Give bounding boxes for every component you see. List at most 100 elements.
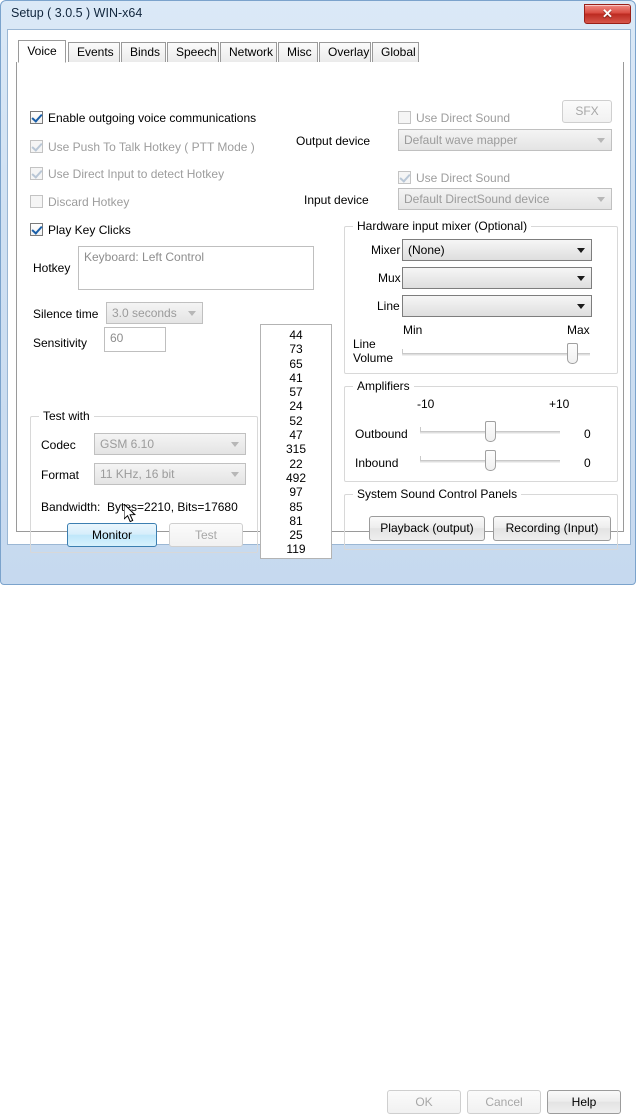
list-item: 85 — [261, 500, 331, 514]
checkbox-box-icon — [30, 140, 43, 153]
slider-thumb[interactable] — [485, 421, 496, 442]
mux-dropdown[interactable] — [402, 267, 592, 289]
slider-tick-icon — [402, 349, 403, 353]
outbound-label: Outbound — [355, 427, 408, 441]
level-list[interactable]: 44 73 65 41 57 24 52 47 315 22 492 97 85… — [260, 324, 332, 559]
list-item: 492 — [261, 471, 331, 485]
checkbox-label: Discard Hotkey — [48, 195, 129, 209]
slider-thumb[interactable] — [485, 450, 496, 471]
list-item: 52 — [261, 414, 331, 428]
tab-global[interactable]: Global — [372, 42, 419, 62]
line-volume-slider[interactable] — [402, 342, 590, 366]
system-sound-control-panels-group: System Sound Control Panels Playback (ou… — [344, 494, 618, 550]
line-volume-label-line1: Line — [353, 337, 376, 351]
close-icon: ✕ — [585, 6, 630, 22]
sfx-button: SFX — [562, 100, 612, 123]
output-device-value: Default wave mapper — [404, 133, 517, 147]
tab-network[interactable]: Network — [220, 42, 277, 62]
outbound-slider[interactable] — [420, 420, 560, 444]
chevron-down-icon — [188, 311, 196, 316]
playback-output-button[interactable]: Playback (output) — [369, 516, 485, 541]
list-item: 41 — [261, 371, 331, 385]
recording-input-button[interactable]: Recording (Input) — [493, 516, 611, 541]
bandwidth-label: Bandwidth: — [41, 500, 100, 514]
amplifiers-group: Amplifiers -10 +10 Outbound 0 Inbound 0 — [344, 386, 618, 482]
slider-tick-icon — [420, 456, 421, 460]
inbound-slider[interactable] — [420, 449, 560, 473]
format-label: Format — [41, 468, 79, 482]
list-item: 315 — [261, 442, 331, 456]
sensitivity-label: Sensitivity — [33, 336, 87, 350]
tab-overlay[interactable]: Overlay — [319, 42, 371, 62]
tab-voice[interactable]: Voice — [18, 40, 66, 63]
chevron-down-icon — [597, 197, 605, 202]
checkbox-label: Use Direct Sound — [416, 171, 510, 185]
checkbox-use-ptt-hotkey: Use Push To Talk Hotkey ( PTT Mode ) — [30, 140, 255, 154]
tab-misc[interactable]: Misc — [278, 42, 318, 62]
ok-button: OK — [387, 1090, 461, 1114]
cancel-button: Cancel — [467, 1090, 541, 1114]
checkbox-play-key-clicks[interactable]: Play Key Clicks — [30, 223, 131, 237]
slider-tick-icon — [420, 427, 421, 431]
mixer-dropdown[interactable]: (None) — [402, 239, 592, 261]
hardware-input-mixer-title: Hardware input mixer (Optional) — [353, 219, 531, 233]
chevron-down-icon — [231, 442, 239, 447]
line-volume-label-line2: Volume — [353, 351, 393, 365]
tab-events[interactable]: Events — [68, 42, 120, 62]
tab-strip: Voice Events Binds Speech Network Misc O… — [16, 40, 624, 62]
checkbox-use-direct-input: Use Direct Input to detect Hotkey — [30, 167, 224, 181]
silence-time-label: Silence time — [33, 307, 98, 321]
client-area: Voice Events Binds Speech Network Misc O… — [7, 29, 631, 545]
inbound-value: 0 — [584, 456, 591, 470]
checkbox-label: Play Key Clicks — [48, 223, 131, 237]
output-device-dropdown: Default wave mapper — [398, 129, 612, 151]
test-with-group: Test with Codec GSM 6.10 Format 11 KHz, … — [30, 416, 258, 553]
close-button[interactable]: ✕ — [584, 4, 631, 24]
line-dropdown[interactable] — [402, 295, 592, 317]
checkbox-enable-outgoing-voice[interactable]: Enable outgoing voice communications — [30, 111, 256, 125]
list-item: 47 — [261, 428, 331, 442]
list-item: 44 — [261, 328, 331, 342]
title-bar: Setup ( 3.0.5 ) WIN-x64 ✕ — [1, 1, 635, 29]
output-device-label: Output device — [296, 134, 370, 148]
window-title: Setup ( 3.0.5 ) WIN-x64 — [11, 6, 142, 20]
line-label: Line — [377, 299, 400, 313]
checkbox-label: Use Direct Input to detect Hotkey — [48, 167, 224, 181]
tab-binds[interactable]: Binds — [121, 42, 166, 62]
inbound-label: Inbound — [355, 456, 398, 470]
slider-thumb[interactable] — [567, 343, 578, 364]
list-item: 97 — [261, 485, 331, 499]
hotkey-label: Hotkey — [33, 261, 70, 275]
checkbox-label: Use Push To Talk Hotkey ( PTT Mode ) — [48, 140, 255, 154]
bandwidth-value: Bytes=2210, Bits=17680 — [107, 500, 238, 514]
silence-time-dropdown: 3.0 seconds — [106, 302, 203, 324]
chevron-down-icon — [577, 276, 585, 281]
list-item: 24 — [261, 399, 331, 413]
checkbox-label: Use Direct Sound — [416, 111, 510, 125]
input-device-dropdown: Default DirectSound device — [398, 188, 612, 210]
checkbox-box-icon — [30, 167, 43, 180]
list-item: 73 — [261, 342, 331, 356]
list-item: 81 — [261, 514, 331, 528]
hotkey-input[interactable]: Keyboard: Left Control — [78, 246, 314, 290]
system-sound-control-panels-title: System Sound Control Panels — [353, 487, 521, 501]
setup-window: Setup ( 3.0.5 ) WIN-x64 ✕ Voice Events B… — [0, 0, 636, 585]
checkbox-input-use-direct-sound: Use Direct Sound — [398, 171, 510, 185]
list-item: 57 — [261, 385, 331, 399]
hardware-input-mixer-group: Hardware input mixer (Optional) Mixer (N… — [344, 226, 618, 374]
tab-speech[interactable]: Speech — [167, 42, 219, 62]
mixer-value: (None) — [408, 243, 445, 257]
checkbox-output-use-direct-sound: Use Direct Sound — [398, 111, 510, 125]
sensitivity-input[interactable]: 60 — [104, 327, 166, 352]
input-device-value: Default DirectSound device — [404, 192, 549, 206]
chevron-down-icon — [577, 304, 585, 309]
line-volume-min-label: Min — [403, 323, 422, 337]
list-item: 25 — [261, 528, 331, 542]
outbound-value: 0 — [584, 427, 591, 441]
amplifiers-title: Amplifiers — [353, 379, 414, 393]
checkbox-discard-hotkey: Discard Hotkey — [30, 195, 129, 209]
codec-label: Codec — [41, 438, 76, 452]
chevron-down-icon — [597, 138, 605, 143]
format-value: 11 KHz, 16 bit — [100, 467, 174, 481]
help-button[interactable]: Help — [547, 1090, 621, 1114]
